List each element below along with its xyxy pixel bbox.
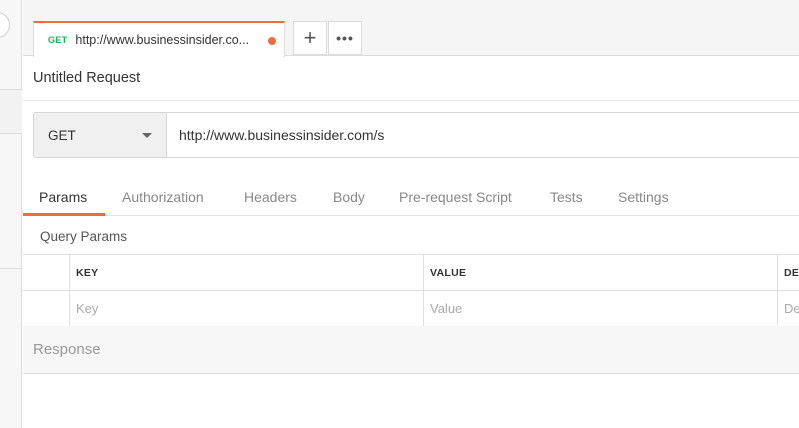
- request-title[interactable]: Untitled Request: [33, 70, 140, 86]
- request-subtabs: Params Authorization Headers Body Pre-re…: [23, 180, 799, 216]
- table-row: Key Value De: [23, 291, 799, 327]
- query-params-table: KEY VALUE DE Key Value De: [23, 254, 799, 327]
- value-input[interactable]: Value: [423, 291, 777, 326]
- active-tab-underline: [23, 213, 105, 216]
- tab-bar: GET http://www.businessinsider.co... + •…: [23, 0, 799, 57]
- response-panel: Response: [23, 326, 799, 374]
- description-input[interactable]: De: [777, 291, 799, 326]
- tab-tests[interactable]: Tests: [550, 189, 583, 205]
- method-select[interactable]: GET: [33, 112, 167, 158]
- sidebar-circle-button[interactable]: [0, 12, 10, 38]
- url-input[interactable]: http://www.businessinsider.com/s: [166, 112, 799, 158]
- request-tab[interactable]: GET http://www.businessinsider.co...: [33, 21, 285, 57]
- value-column-header: VALUE: [423, 255, 777, 290]
- tab-url-label: http://www.businessinsider.co...: [75, 33, 250, 47]
- method-select-value: GET: [48, 127, 76, 143]
- more-icon[interactable]: •••: [328, 21, 362, 55]
- key-input[interactable]: Key: [69, 291, 423, 326]
- tab-authorization[interactable]: Authorization: [122, 189, 204, 205]
- tab-headers[interactable]: Headers: [244, 189, 297, 205]
- key-column-header: KEY: [69, 255, 423, 290]
- query-params-label: Query Params: [40, 229, 128, 244]
- description-column-header: DE: [777, 255, 799, 290]
- tab-params[interactable]: Params: [39, 189, 87, 205]
- sidebar-band: [0, 89, 22, 134]
- plus-icon[interactable]: +: [293, 21, 327, 55]
- request-workspace: GET http://www.businessinsider.co... + •…: [23, 0, 799, 428]
- tab-settings[interactable]: Settings: [618, 189, 669, 205]
- tab-method-label: GET: [48, 35, 68, 45]
- tab-body[interactable]: Body: [333, 189, 365, 205]
- response-label: Response: [33, 341, 101, 358]
- unsaved-indicator-icon: [268, 37, 276, 45]
- tab-pre-request-script[interactable]: Pre-request Script: [399, 189, 512, 205]
- sidebar: [0, 0, 22, 428]
- caret-down-icon: [142, 133, 152, 138]
- row-checkbox-cell: [23, 291, 69, 326]
- sidebar-divider: [0, 268, 22, 269]
- row-checkbox-header: [23, 255, 69, 290]
- table-header-row: KEY VALUE DE: [23, 255, 799, 291]
